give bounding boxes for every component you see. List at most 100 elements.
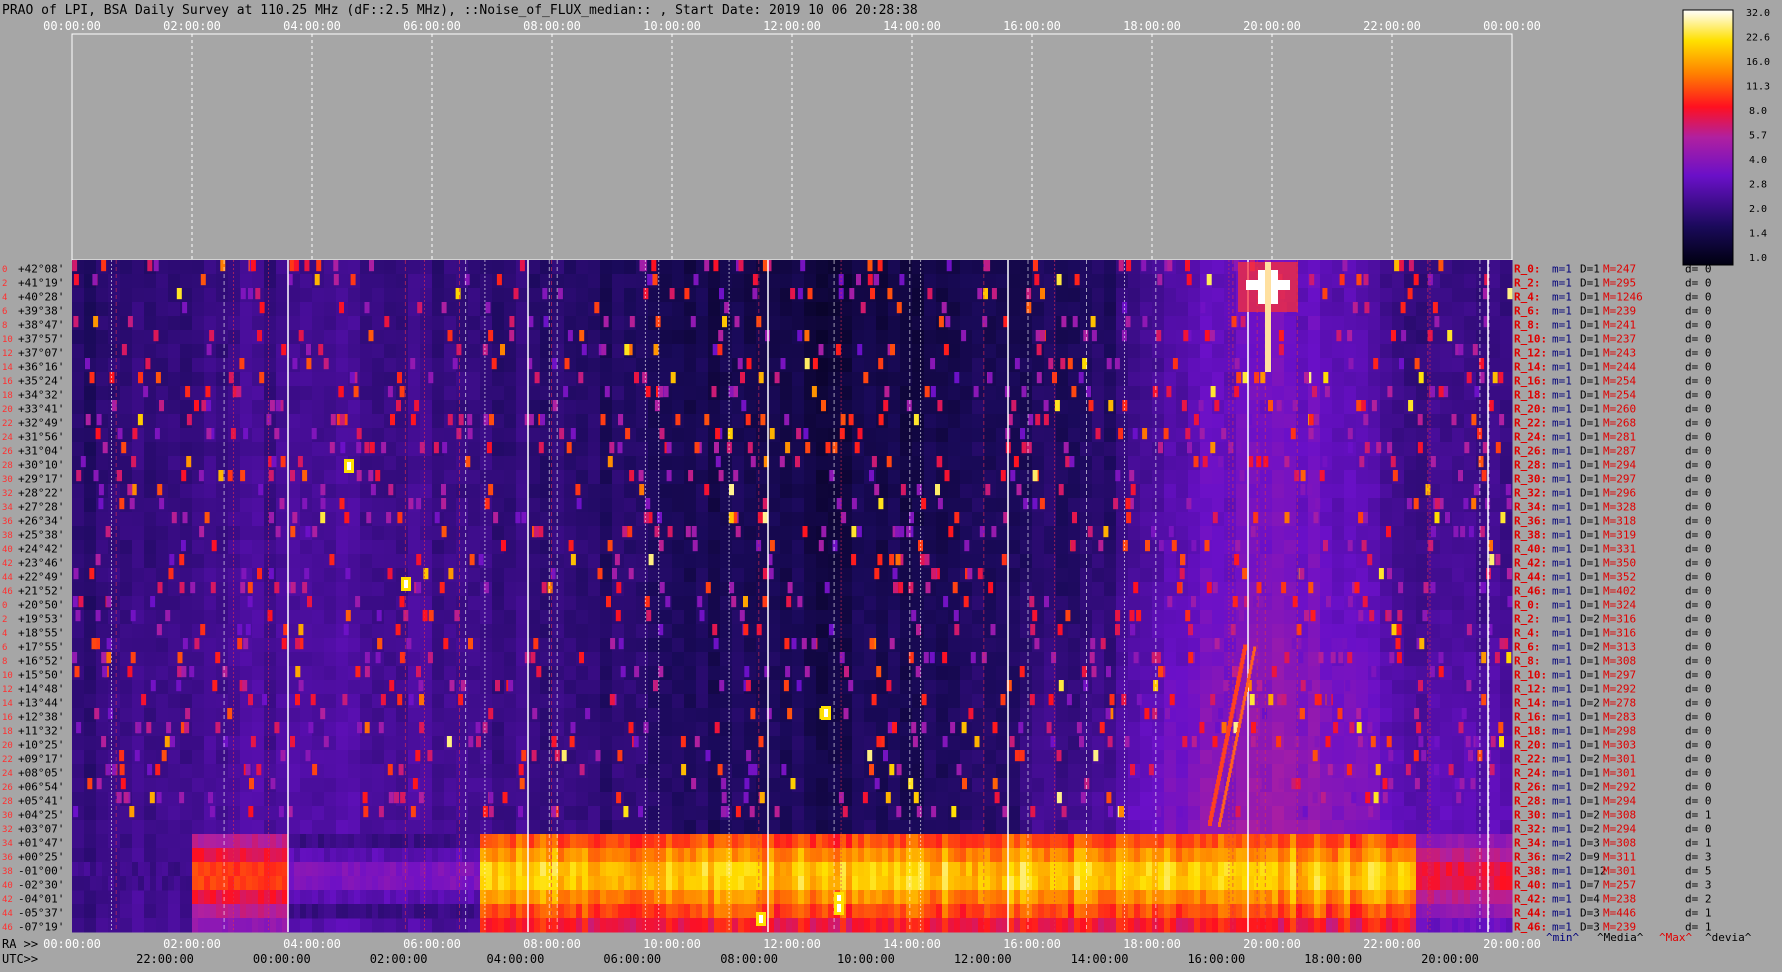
heat-cell	[612, 400, 625, 415]
heat-cell	[864, 358, 877, 373]
heat-cell	[888, 358, 901, 373]
heat-cell	[192, 568, 205, 583]
heat-cell	[420, 736, 433, 751]
heat-cell	[564, 666, 577, 681]
heat-cell	[360, 526, 373, 541]
heat-cell	[960, 344, 973, 359]
heat-cell	[1008, 512, 1021, 527]
heat-cell	[168, 834, 181, 849]
heat-cell	[324, 498, 337, 513]
heat-cell	[156, 442, 169, 457]
heat-cell	[336, 806, 349, 821]
heat-cell	[936, 806, 949, 821]
heat-cell	[588, 736, 601, 751]
heat-cell	[288, 442, 301, 457]
heat-cell	[960, 610, 973, 625]
heat-cell	[348, 694, 361, 709]
heat-cell	[696, 400, 709, 415]
heat-cell	[1200, 792, 1213, 807]
heat-cell	[336, 526, 349, 541]
heat-cell	[696, 358, 709, 373]
heat-cell	[1284, 680, 1297, 695]
heat-cell	[708, 526, 721, 541]
heat-cell	[936, 582, 949, 597]
heat-cell	[396, 918, 409, 933]
heat-cell	[396, 806, 409, 821]
heat-cell	[552, 680, 565, 695]
heat-cell	[444, 806, 457, 821]
heat-cell	[948, 750, 961, 765]
heat-cell	[804, 694, 817, 709]
heat-cell	[768, 820, 781, 835]
heat-cell	[876, 764, 889, 779]
heat-cell	[708, 358, 721, 373]
heat-cell	[1020, 260, 1033, 275]
heat-cell	[288, 344, 301, 359]
heat-cell	[552, 302, 565, 317]
heat-cell	[516, 358, 529, 373]
heat-cell	[360, 764, 373, 779]
heat-cell	[576, 680, 589, 695]
heat-cell	[612, 764, 625, 779]
heat-cell	[576, 414, 589, 429]
heat-cell	[132, 344, 145, 359]
heat-cell	[972, 722, 985, 737]
heat-cell	[204, 722, 217, 737]
heat-cell	[600, 708, 613, 723]
heat-cell	[1176, 288, 1189, 303]
heat-cell	[1200, 470, 1213, 485]
heat-cell	[72, 708, 85, 723]
heat-cell	[120, 652, 133, 667]
heat-cell	[780, 792, 793, 807]
heat-cell	[444, 666, 457, 681]
heat-cell	[84, 610, 97, 625]
heat-cell	[72, 638, 85, 653]
heat-cell	[1092, 302, 1105, 317]
heat-cell	[576, 610, 589, 625]
heat-cell	[204, 610, 217, 625]
heat-cell	[552, 386, 565, 401]
heat-cell	[888, 750, 901, 765]
heat-cell	[840, 568, 853, 583]
heat-cell	[132, 708, 145, 723]
heat-cell	[1308, 456, 1321, 471]
heat-cell	[1056, 302, 1069, 317]
heat-cell	[408, 274, 421, 289]
heat-cell	[672, 708, 685, 723]
heat-cell	[264, 288, 277, 303]
heat-cell	[852, 764, 865, 779]
heat-cell	[204, 372, 217, 387]
heat-cell	[456, 666, 469, 681]
heat-cell	[624, 358, 637, 373]
heat-cell	[288, 540, 301, 555]
heat-cell	[288, 792, 301, 807]
heat-cell	[144, 400, 157, 415]
heat-cell	[468, 792, 481, 807]
heat-cell	[396, 344, 409, 359]
heat-cell	[1068, 554, 1081, 569]
heat-cell	[468, 596, 481, 611]
heat-cell	[84, 484, 97, 499]
heat-cell	[456, 652, 469, 667]
heat-cell	[324, 694, 337, 709]
heat-cell	[420, 624, 433, 639]
heat-cell	[396, 330, 409, 345]
heat-cell	[384, 498, 397, 513]
heat-cell	[240, 456, 253, 471]
heat-cell	[900, 302, 913, 317]
heat-cell	[1236, 778, 1249, 793]
heat-cell	[360, 344, 373, 359]
heat-cell	[228, 820, 241, 835]
heat-cell	[1176, 792, 1189, 807]
heat-cell	[540, 708, 553, 723]
heat-cell	[600, 428, 613, 443]
heat-cell	[312, 736, 325, 751]
heat-cell	[1104, 470, 1117, 485]
heat-cell	[792, 484, 805, 499]
heat-cell	[144, 414, 157, 429]
heat-cell	[144, 750, 157, 765]
heat-cell	[1224, 610, 1237, 625]
heat-cell	[660, 652, 673, 667]
heat-cell	[792, 708, 805, 723]
heat-cell	[72, 764, 85, 779]
